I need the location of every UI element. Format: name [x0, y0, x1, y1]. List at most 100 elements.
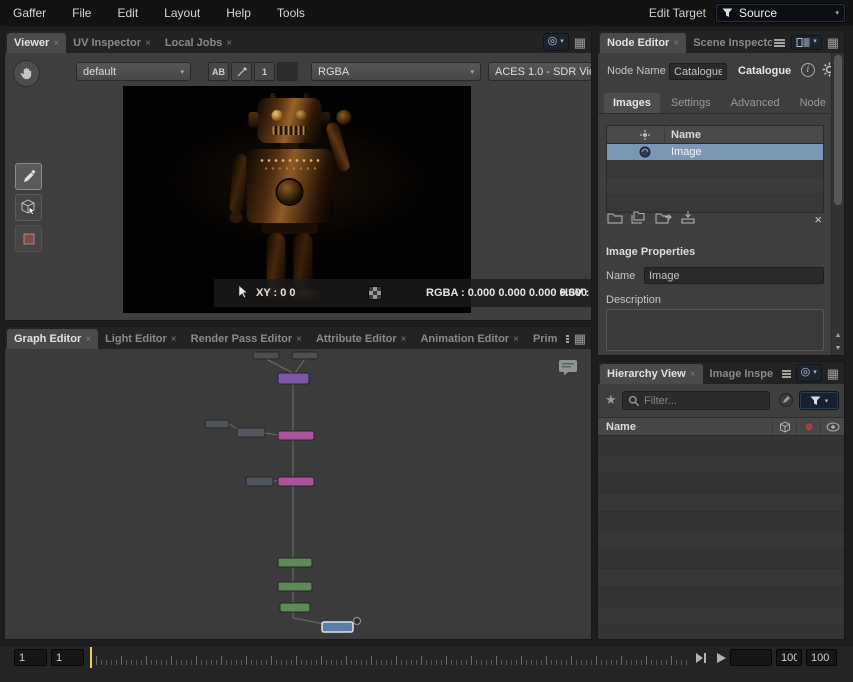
exposure-button[interactable]: 1 [254, 62, 275, 81]
tab-close-icon[interactable]: × [53, 38, 59, 49]
section-tab-images[interactable]: Images [604, 93, 660, 113]
tab-animation-editor[interactable]: Animation Editor × [413, 329, 525, 349]
graph-node[interactable] [278, 373, 309, 384]
tab-close-icon[interactable]: × [85, 334, 91, 345]
graph-node[interactable] [292, 352, 318, 359]
graph-node[interactable] [280, 603, 310, 612]
node-graph-canvas[interactable] [5, 349, 591, 639]
image-list-row-image[interactable]: Image [607, 144, 823, 161]
tab-overflow-menu[interactable] [772, 33, 787, 53]
graph-node[interactable] [205, 420, 229, 428]
menu-item-file[interactable]: File [59, 6, 104, 20]
graph-node[interactable] [246, 477, 273, 486]
tab-render-pass-editor[interactable]: Render Pass Editor × [184, 329, 309, 349]
scrollbar-thumb[interactable] [834, 55, 842, 205]
editor-focus-menu-button[interactable]: ◎ ▾ [543, 33, 569, 50]
graph-node[interactable] [278, 431, 314, 440]
mute-column-icon[interactable] [796, 418, 820, 435]
graph-node[interactable] [278, 558, 312, 567]
playback-range-start-input[interactable] [51, 649, 84, 666]
tab-prim-truncated[interactable]: Prim [526, 329, 564, 349]
info-icon[interactable]: i [801, 63, 815, 77]
pin-node-menu-button[interactable]: ▾ [791, 35, 822, 50]
remove-image-button[interactable]: × [814, 213, 822, 226]
tab-graph-editor[interactable]: Graph Editor × [7, 329, 98, 349]
tab-image-inspector-truncated[interactable]: Image Inspe [703, 364, 781, 384]
extract-image-button[interactable] [680, 211, 696, 227]
tab-scene-inspector-truncated[interactable]: Scene Inspecto [686, 33, 772, 53]
geometry-column-icon[interactable] [772, 418, 796, 435]
graph-node[interactable] [253, 352, 279, 359]
filter-input[interactable] [644, 395, 756, 407]
frame-range-start-input[interactable] [14, 649, 47, 666]
tab-viewer[interactable]: Viewer × [7, 33, 66, 53]
tab-close-icon[interactable]: × [226, 38, 232, 49]
layout-grid-icon[interactable]: ▦ [827, 367, 839, 380]
menu-item-gaffer[interactable]: Gaffer [0, 6, 59, 20]
play-button[interactable] [715, 652, 727, 667]
visibility-eye-icon[interactable] [820, 418, 844, 435]
wipe-tool-button[interactable] [231, 62, 252, 81]
tab-close-icon[interactable]: × [513, 334, 519, 345]
node-name-input[interactable] [669, 63, 727, 80]
graph-node[interactable] [278, 582, 312, 591]
scroll-up-icon[interactable]: ▲ [832, 329, 844, 341]
annotation-note-icon[interactable] [558, 359, 578, 379]
duplicate-image-button[interactable] [631, 211, 647, 227]
edit-filter-icon[interactable] [778, 392, 794, 411]
description-textarea[interactable] [606, 309, 824, 351]
filter-search-box[interactable] [622, 391, 770, 410]
selection-tool-button[interactable] [15, 194, 42, 221]
section-tab-advanced[interactable]: Advanced [722, 93, 789, 113]
layout-grid-icon[interactable]: ▦ [827, 36, 839, 49]
tab-node-editor[interactable]: Node Editor × [600, 33, 686, 53]
menu-item-edit[interactable]: Edit [104, 6, 151, 20]
tab-hierarchy-view[interactable]: Hierarchy View × [600, 364, 703, 384]
graph-node[interactable] [278, 477, 314, 486]
tab-close-icon[interactable]: × [401, 334, 407, 345]
editor-focus-menu-button[interactable]: ◎ ▾ [796, 364, 822, 381]
hierarchy-row-list[interactable] [598, 436, 844, 639]
section-tab-node[interactable]: Node [791, 93, 835, 113]
node-type-label[interactable]: Catalogue [738, 65, 791, 77]
tab-close-icon[interactable]: × [171, 334, 177, 345]
layout-grid-icon[interactable]: ▦ [574, 332, 586, 345]
tab-attribute-editor[interactable]: Attribute Editor × [309, 329, 414, 349]
layout-grid-icon[interactable]: ▦ [574, 36, 586, 49]
menu-item-tools[interactable]: Tools [264, 6, 318, 20]
tab-close-icon[interactable]: × [673, 38, 679, 49]
color-picker-tool-button[interactable] [15, 163, 42, 190]
playhead-marker[interactable] [90, 647, 92, 668]
graph-editor-body[interactable] [5, 349, 591, 639]
node-editor-scrollbar[interactable]: ▲ ▼ [831, 53, 844, 355]
tab-local-jobs[interactable]: Local Jobs × [158, 33, 239, 53]
add-image-button[interactable] [607, 211, 623, 227]
image-name-input[interactable] [644, 267, 824, 284]
tab-light-editor[interactable]: Light Editor × [98, 329, 184, 349]
timeline-ruler[interactable] [96, 646, 690, 669]
skip-to-end-button[interactable] [694, 652, 708, 667]
tab-close-icon[interactable]: × [690, 369, 696, 380]
view-select-dropdown[interactable]: default ▾ [76, 62, 191, 81]
scroll-down-icon[interactable]: ▼ [832, 342, 844, 354]
frame-range-end-input[interactable] [806, 649, 837, 666]
ab-compare-button[interactable]: AB [208, 62, 229, 81]
menu-item-help[interactable]: Help [213, 6, 264, 20]
tab-close-icon[interactable]: × [296, 334, 302, 345]
channels-dropdown[interactable]: RGBA ▾ [311, 62, 481, 81]
playback-range-end-input[interactable] [776, 649, 802, 666]
edit-target-dropdown[interactable]: Source ▾ [715, 3, 846, 23]
tab-uv-inspector[interactable]: UV Inspector × [66, 33, 158, 53]
bookmark-star-icon[interactable]: ★ [605, 393, 617, 406]
pan-tool-button[interactable] [13, 60, 40, 87]
tab-close-icon[interactable]: × [145, 38, 151, 49]
current-frame-input[interactable] [730, 649, 772, 666]
menu-item-layout[interactable]: Layout [151, 6, 213, 20]
display-options-button[interactable] [277, 62, 298, 81]
graph-node[interactable] [237, 428, 265, 437]
section-tab-settings[interactable]: Settings [662, 93, 720, 113]
display-transform-button[interactable]: ACES 1.0 - SDR Video [488, 62, 591, 81]
export-image-button[interactable] [655, 211, 672, 227]
filter-menu-button[interactable]: ▾ [799, 391, 839, 410]
graph-node[interactable] [322, 622, 353, 632]
